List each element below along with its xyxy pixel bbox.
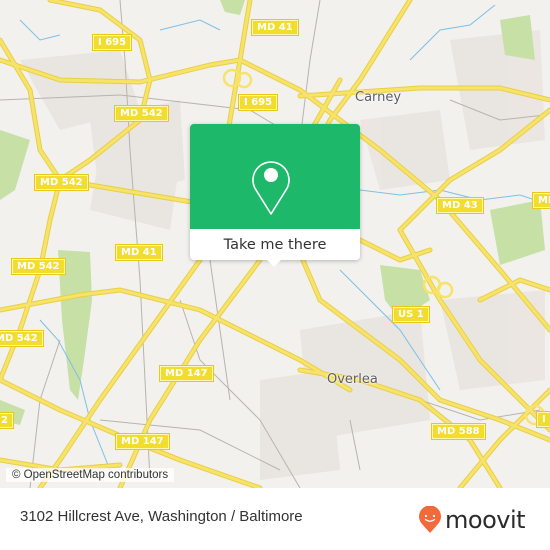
popup-header	[190, 124, 360, 229]
road-shield: MD 41	[252, 20, 298, 35]
road-shield: MD 542	[0, 331, 43, 346]
map-view[interactable]: MD 41 I 695 I 695 MD 542 MD 542 MD 542 M…	[0, 0, 550, 488]
map-attribution[interactable]: © OpenStreetMap contributors	[6, 468, 175, 482]
place-label-carney: Carney	[355, 90, 402, 105]
address-text: 3102 Hillcrest Ave, Washington / Baltimo…	[20, 508, 303, 525]
moovit-wordmark: moovit	[445, 506, 526, 534]
road-shield: US 1	[393, 307, 429, 322]
road-shield: MD 542	[115, 106, 168, 121]
road-shield: I 695	[93, 35, 132, 50]
road-shield: MD 41	[116, 245, 162, 260]
road-shield: MD 588	[432, 424, 485, 439]
location-pin-icon	[252, 161, 290, 215]
location-popup: Take me there	[190, 124, 360, 267]
take-me-there-button[interactable]: Take me there	[190, 229, 360, 260]
road-shield: I	[537, 412, 550, 427]
road-shield: MD 542	[12, 259, 65, 274]
place-label-overlea: Overlea	[327, 372, 378, 387]
road-shield: I 695	[239, 95, 278, 110]
road-shield: 2	[0, 413, 13, 428]
road-shield: MD 147	[160, 366, 213, 381]
road-shield: MD 43	[437, 198, 483, 213]
moovit-logo: moovit	[418, 506, 526, 534]
road-shield: MD 147	[116, 434, 169, 449]
popup-pointer	[266, 259, 282, 267]
road-shield: MD 542	[35, 175, 88, 190]
moovit-smiley-pin-icon	[419, 506, 441, 533]
road-shield: MD	[533, 193, 550, 208]
